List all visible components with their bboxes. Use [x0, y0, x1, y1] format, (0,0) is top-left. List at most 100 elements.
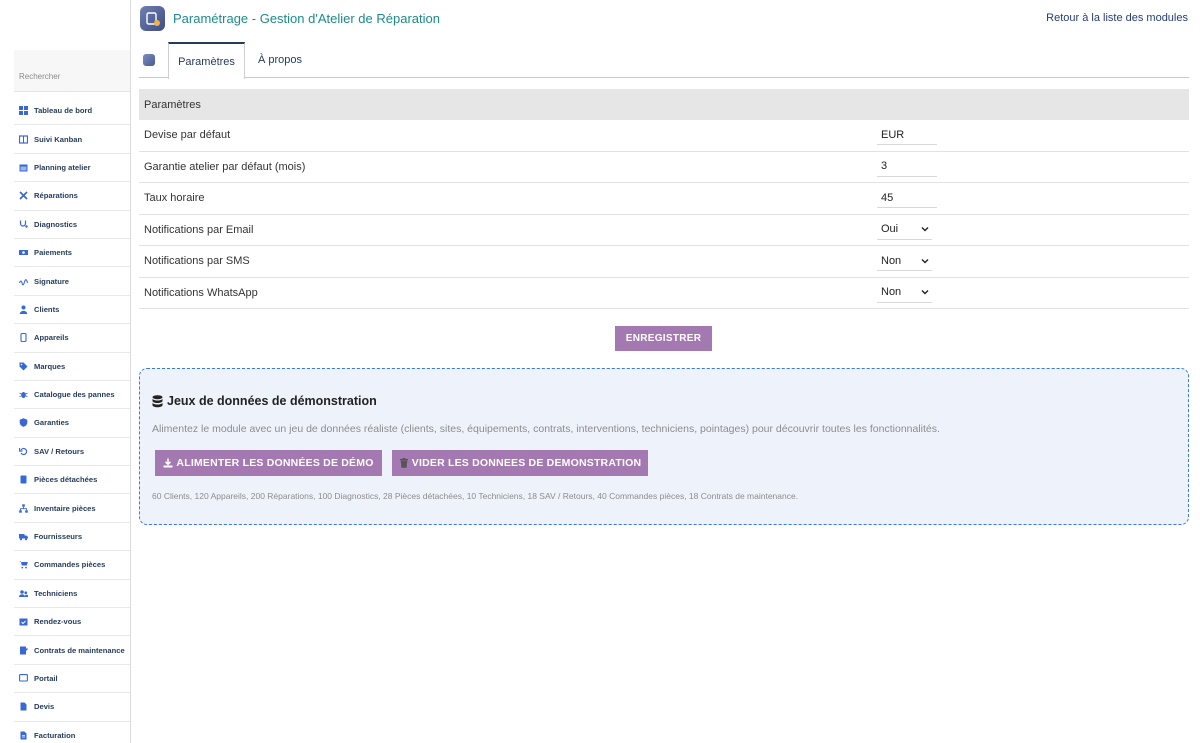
sidebar: Tableau de bord Suivi Kanban Planning atel…: [0, 0, 131, 743]
sidebar-item-label: Facturation: [34, 730, 76, 740]
sms-notifications-select[interactable]: Non: [877, 251, 932, 271]
sidebar-item-techniciens[interactable]: Techniciens: [14, 580, 130, 609]
sidebar-item-marques[interactable]: Marques: [14, 353, 130, 381]
tag-icon: [19, 362, 28, 371]
select-value: Oui: [881, 223, 899, 235]
setting-row-warranty: Garantie atelier par défaut (mois): [139, 152, 1189, 183]
download-icon: [163, 458, 173, 468]
setting-label: Notifications WhatsApp: [144, 286, 258, 299]
kanban-icon: [19, 134, 28, 144]
sidebar-item-label: Signature: [34, 276, 70, 286]
load-demo-data-button[interactable]: ALIMENTER LES DONNÉES DE DÉMO: [155, 450, 382, 476]
sidebar-item-label: Pièces détachées: [34, 475, 98, 485]
sidebar-item-label: Inventaire pièces: [34, 503, 96, 513]
money-icon: [19, 248, 28, 257]
setting-row-sms-notif: Notifications par SMS Non: [139, 246, 1189, 278]
truck-icon: [19, 532, 28, 541]
users-icon: [19, 589, 28, 598]
sidebar-item-planning-atelier[interactable]: Planning atelier: [14, 154, 130, 183]
sidebar-item-label: Suivi Kanban: [34, 134, 83, 144]
whatsapp-notifications-select[interactable]: Non: [877, 283, 932, 303]
tab-bar: Paramètres À propos: [139, 42, 1189, 79]
demo-data-panel: Jeux de données de démonstration Aliment…: [139, 368, 1189, 525]
sidebar-item-suivi-kanban[interactable]: Suivi Kanban: [14, 125, 130, 154]
settings-table: Paramètres Devise par défaut Garantie at…: [139, 89, 1189, 309]
demo-title: Jeux de données de démonstration: [152, 394, 377, 408]
sidebar-item-label: Tableau de bord: [34, 106, 93, 116]
back-to-modules-link[interactable]: Retour à la liste des modules: [1046, 12, 1188, 24]
stethoscope-icon: [19, 220, 28, 229]
sidebar-item-fournisseurs[interactable]: Fournisseurs: [14, 523, 130, 552]
warranty-months-input[interactable]: [877, 156, 937, 177]
sidebar-item-diagnostics[interactable]: Diagnostics: [14, 211, 130, 239]
sidebar-item-clients[interactable]: Clients: [14, 296, 130, 325]
chevron-down-icon: [921, 258, 929, 263]
sidebar-item-signature[interactable]: Signature: [14, 267, 130, 296]
currency-input[interactable]: [877, 125, 937, 145]
user-icon: [19, 305, 28, 314]
sidebar-item-label: Rendez-vous: [34, 617, 82, 627]
dashboard-icon: [19, 106, 28, 116]
box-icon: [19, 475, 28, 484]
sidebar-item-label: Contrats de maintenance: [34, 645, 125, 655]
sidebar-item-label: Devis: [34, 702, 55, 712]
save-button[interactable]: ENREGISTRER: [615, 326, 712, 351]
app-logo-icon: [140, 6, 165, 31]
sidebar-item-tableau-de-bord[interactable]: Tableau de bord: [14, 97, 130, 126]
sidebar-item-contrats-de-maintenance[interactable]: Contrats de maintenance: [14, 636, 130, 665]
load-demo-data-label: ALIMENTER LES DONNÉES DE DÉMO: [176, 457, 374, 469]
sidebar-item-label: Planning atelier: [34, 162, 91, 172]
contract-icon: [19, 646, 28, 655]
calendar-icon: [19, 163, 28, 172]
sidebar-item-label: Fournisseurs: [34, 532, 83, 542]
page-title: Paramétrage - Gestion d'Atelier de Répar…: [173, 11, 440, 26]
sidebar-item-paiements[interactable]: Paiements: [14, 239, 130, 268]
sitemap-icon: [19, 503, 28, 513]
sidebar-item-label: Diagnostics: [34, 219, 78, 229]
sidebar-item-appareils[interactable]: Appareils: [14, 324, 130, 353]
file-icon: [19, 702, 28, 711]
sidebar-item-portail[interactable]: Portail: [14, 665, 130, 694]
cart-icon: [19, 560, 28, 569]
calendar-check-icon: [19, 617, 28, 626]
sidebar-menu: Tableau de bord Suivi Kanban Planning atel…: [14, 97, 130, 743]
demo-title-text: Jeux de données de démonstration: [167, 394, 377, 408]
clear-demo-data-label: VIDER LES DONNEES DE DEMONSTRATION: [411, 457, 642, 469]
bug-icon: [19, 390, 28, 399]
select-value: Non: [881, 254, 902, 267]
sidebar-item-garanties[interactable]: Garanties: [14, 409, 130, 438]
setting-label: Notifications par Email: [144, 223, 254, 236]
sidebar-search-input[interactable]: [19, 72, 125, 81]
email-notifications-select[interactable]: Oui: [877, 220, 932, 240]
sidebar-item-label: Commandes pièces: [34, 560, 106, 570]
tab-parametres[interactable]: Paramètres: [168, 42, 245, 79]
sidebar-item-label: Réparations: [34, 191, 78, 201]
chevron-down-icon: [921, 290, 929, 295]
hourly-rate-input[interactable]: [877, 188, 937, 208]
demo-stats-text: 60 Clients, 120 Appareils, 200 Réparatio…: [152, 491, 799, 501]
tools-icon: [19, 191, 28, 200]
tab-a-propos[interactable]: À propos: [250, 42, 310, 78]
sidebar-item-facturation[interactable]: Facturation: [14, 722, 130, 743]
sidebar-item-reparations[interactable]: Réparations: [14, 182, 130, 211]
setting-row-hourly-rate: Taux horaire: [139, 183, 1189, 215]
sidebar-item-commandes-pieces[interactable]: Commandes pièces: [14, 551, 130, 580]
sidebar-item-label: Appareils: [34, 333, 69, 343]
clear-demo-data-button[interactable]: VIDER LES DONNEES DE DEMONSTRATION: [392, 450, 648, 476]
setting-label: Notifications par SMS: [144, 255, 250, 268]
sidebar-item-inventaire-pieces[interactable]: Inventaire pièces: [14, 494, 130, 523]
signature-icon: [19, 277, 28, 286]
shield-icon: [19, 418, 28, 428]
sidebar-item-devis[interactable]: Devis: [14, 693, 130, 722]
sidebar-item-label: Marques: [34, 361, 66, 371]
sidebar-item-pieces-detachees[interactable]: Pièces détachées: [14, 466, 130, 495]
setting-label: Taux horaire: [144, 192, 205, 205]
chevron-down-icon: [921, 227, 929, 232]
sidebar-item-rendez-vous[interactable]: Rendez-vous: [14, 608, 130, 637]
sidebar-item-label: Paiements: [34, 248, 72, 258]
trash-icon: [399, 458, 408, 468]
setting-label: Devise par défaut: [144, 129, 231, 142]
sidebar-item-sav-retours[interactable]: SAV / Retours: [14, 438, 130, 467]
sidebar-item-catalogue-des-pannes[interactable]: Catalogue des pannes: [14, 381, 130, 410]
sidebar-item-label: Portail: [34, 674, 58, 683]
